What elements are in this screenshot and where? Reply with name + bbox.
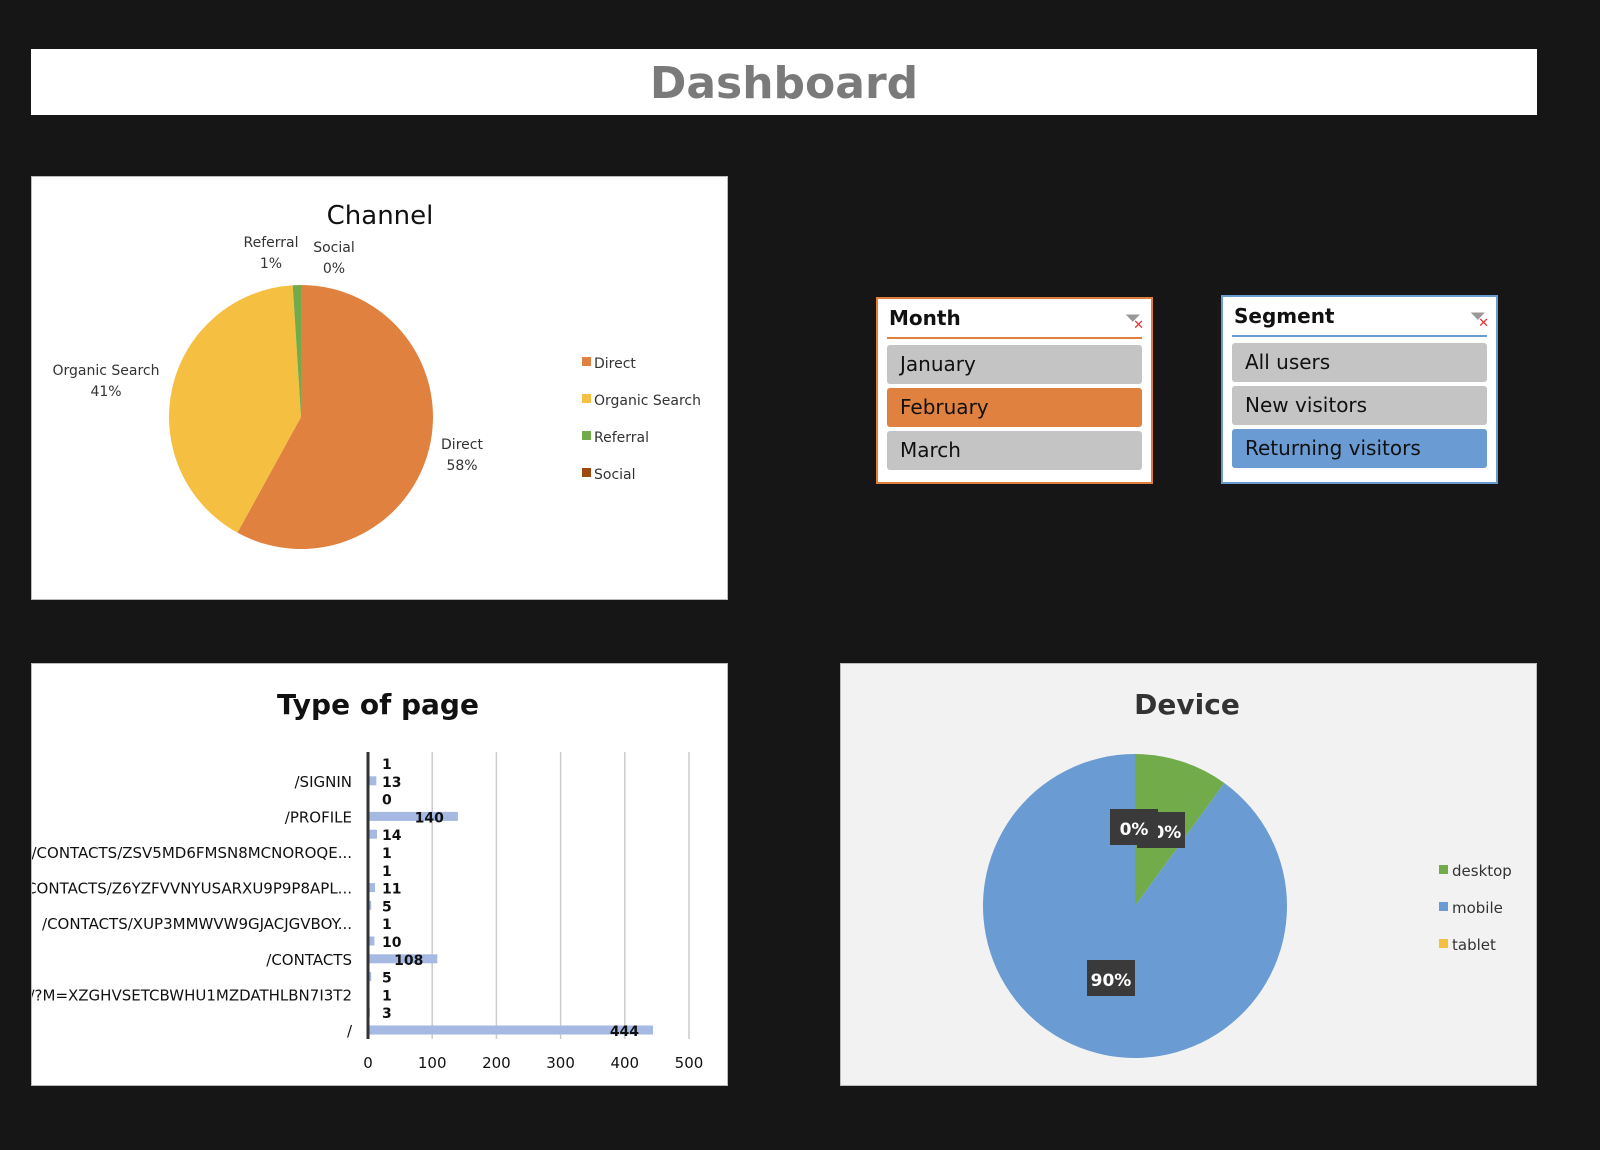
- data-label: 5: [382, 899, 392, 915]
- data-label: 0%: [1120, 820, 1149, 840]
- legend-swatch: [582, 357, 591, 366]
- data-label: 14: [382, 828, 402, 844]
- data-label: 1: [382, 864, 392, 880]
- pie-slice-mobile: [983, 754, 1287, 1058]
- slicer-item-new-visitors[interactable]: New visitors: [1232, 386, 1487, 425]
- page-title: Dashboard: [649, 58, 919, 109]
- x-tick-label: 200: [482, 1054, 511, 1072]
- legend-swatch: [582, 431, 591, 440]
- legend-swatch: [1439, 902, 1448, 911]
- data-label-name: Social: [313, 240, 355, 256]
- type-of-page-chart: Type of page 0 100 200 300 400 500 1 13/SIGNIN 0 1…: [21, 663, 728, 1086]
- chart-title: Type of page: [277, 688, 479, 721]
- category-label: /SIGNIN: [295, 773, 353, 791]
- clear-filter-icon[interactable]: ⏷ ✕: [1471, 306, 1489, 331]
- bar: [368, 811, 458, 821]
- data-label: 1: [382, 846, 392, 862]
- data-label: 0: [382, 793, 392, 809]
- dashboard-title-bar: Dashboard: [31, 49, 1537, 115]
- slicer-item-january[interactable]: January: [887, 345, 1142, 384]
- data-label: 108: [394, 953, 423, 969]
- data-label-value: 58%: [446, 458, 477, 474]
- category-label: /CONTACTS/Z6YZFVVNYUSARXU9P9P8APL...: [32, 880, 352, 898]
- legend-entry: Referral: [594, 430, 649, 446]
- category-label: /: [347, 1022, 353, 1040]
- data-label-value: 41%: [90, 384, 121, 400]
- data-label: 90%: [1091, 971, 1132, 991]
- segment-slicer: Segment ⏷ ✕ All users New visitors Returni…: [1221, 295, 1498, 484]
- month-slicer-title: Month: [889, 306, 961, 330]
- category-label: /CONTACTS: [266, 951, 352, 969]
- slicer-item-march[interactable]: March: [887, 431, 1142, 470]
- slicer-item-february[interactable]: February: [887, 388, 1142, 427]
- slicer-item-returning-visitors[interactable]: Returning visitors: [1232, 429, 1487, 468]
- data-label: 5: [382, 971, 392, 987]
- x-tick-label: 500: [675, 1054, 704, 1072]
- x-tick-label: 0: [363, 1054, 373, 1072]
- legend-entry: Direct: [594, 356, 636, 372]
- data-label-value: 1%: [260, 256, 282, 272]
- legend-swatch: [1439, 939, 1448, 948]
- data-label: 444: [610, 1024, 639, 1040]
- slicer-item-all-users[interactable]: All users: [1232, 343, 1487, 382]
- legend-entry: Social: [594, 467, 636, 483]
- legend-swatch: [582, 468, 591, 477]
- legend-swatch: [582, 394, 591, 403]
- category-label: /CONTACTS/ZSV5MD6FMSN8MCNOROQE...: [32, 844, 352, 862]
- data-label: 3: [382, 1006, 392, 1022]
- chart-title: Device: [1134, 688, 1240, 721]
- x-tick-label: 400: [610, 1054, 639, 1072]
- month-slicer: Month ⏷ ✕ January February March: [876, 297, 1153, 484]
- category-label: /PROFILE: [285, 808, 352, 826]
- data-label: 1: [382, 757, 392, 773]
- data-label-value: 0%: [323, 261, 345, 277]
- data-label-name: Direct: [441, 437, 483, 453]
- chart-title: Channel: [327, 201, 434, 231]
- data-label: 1: [382, 988, 392, 1004]
- device-chart: Device 10% desktop 90% mobile 0% tablet: [840, 663, 1537, 1086]
- data-label-name: Referral: [244, 235, 299, 251]
- category-label: /CONTACTS/XUP3MMWVW9GJACJGVBOY...: [42, 915, 352, 933]
- data-label-name: Organic Search: [52, 363, 159, 379]
- data-label: 13: [382, 775, 401, 791]
- legend-swatch: [1439, 865, 1448, 874]
- data-label: 10: [382, 935, 402, 951]
- legend-entry: tablet: [1452, 936, 1496, 954]
- legend-entry: Organic Search: [594, 393, 701, 409]
- x-tick-label: 300: [546, 1054, 575, 1072]
- segment-slicer-title: Segment: [1234, 304, 1335, 328]
- category-label: /?M=XZGHVSETCBWHU1MZDATHLBN7I3T2: [32, 986, 352, 1004]
- clear-filter-icon[interactable]: ⏷ ✕: [1126, 308, 1144, 333]
- data-label: 11: [382, 882, 401, 898]
- x-tick-label: 100: [418, 1054, 447, 1072]
- data-label: 1: [382, 917, 392, 933]
- data-label: 140: [415, 810, 444, 826]
- legend-entry: desktop: [1452, 862, 1512, 880]
- channel-chart: Channel Direct 58% Direct Organic Search 41% O…: [31, 176, 728, 600]
- legend-entry: mobile: [1452, 899, 1503, 917]
